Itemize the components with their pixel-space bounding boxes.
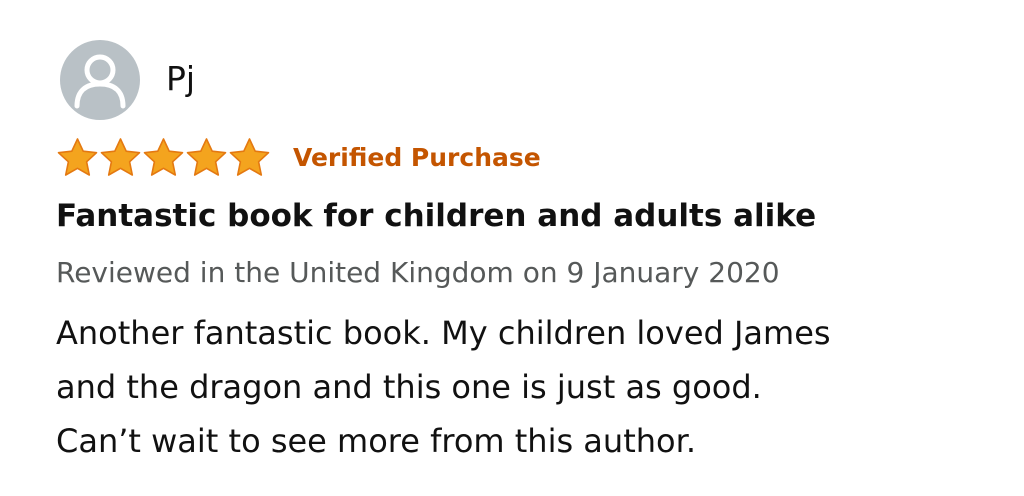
review-date: Reviewed in the United Kingdom on 9 Janu… bbox=[56, 256, 780, 289]
star-icon bbox=[229, 138, 270, 176]
reviewer-profile[interactable]: Pj bbox=[60, 40, 195, 120]
review-body-line: Another fantastic book. My children love… bbox=[56, 314, 831, 352]
review-body: Another fantastic book. My children love… bbox=[56, 306, 996, 468]
reviewer-name[interactable]: Pj bbox=[166, 62, 195, 95]
rating-row: Verified Purchase bbox=[56, 136, 541, 178]
star-icon bbox=[143, 138, 184, 176]
verified-purchase-badge: Verified Purchase bbox=[293, 142, 541, 172]
star-rating[interactable] bbox=[56, 137, 271, 177]
review-body-line: and the dragon and this one is just as g… bbox=[56, 368, 762, 406]
customer-review: Pj Verified Purchase Fantastic book for … bbox=[0, 0, 1024, 496]
star-icon bbox=[100, 138, 141, 176]
review-title[interactable]: Fantastic book for children and adults a… bbox=[56, 198, 816, 234]
review-body-line: Can’t wait to see more from this author. bbox=[56, 422, 696, 460]
avatar[interactable] bbox=[60, 40, 140, 120]
user-silhouette-icon bbox=[74, 54, 126, 109]
star-icon bbox=[186, 138, 227, 176]
star-icon bbox=[57, 138, 98, 176]
